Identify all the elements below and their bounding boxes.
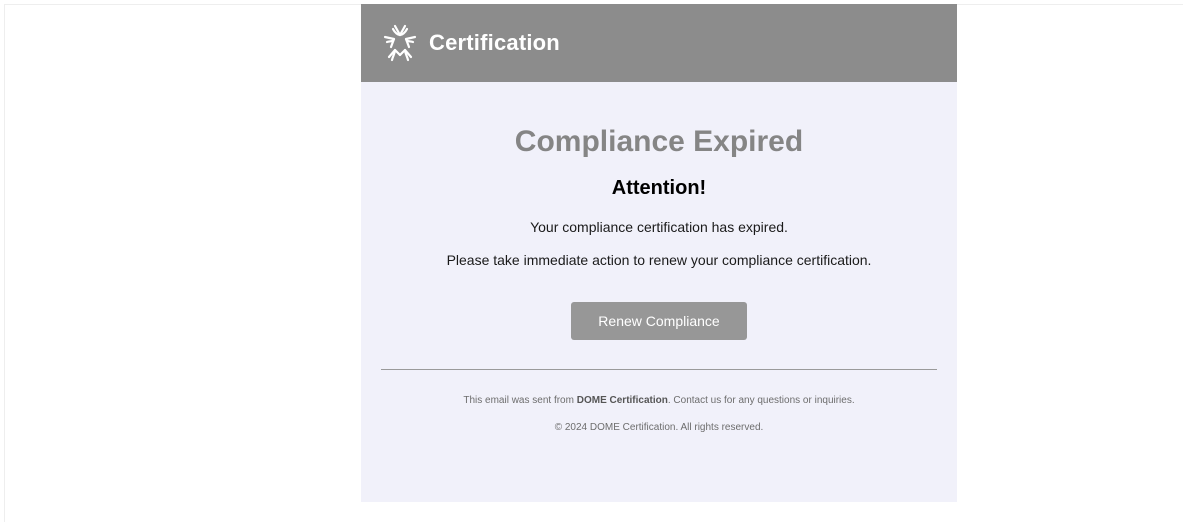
- attention-heading: Attention!: [611, 177, 707, 199]
- header-title: Certification: [429, 30, 560, 55]
- button-wrapper: Renew Compliance: [381, 269, 937, 340]
- footer-prefix: This email was sent from: [463, 395, 577, 406]
- message-action: Please take immediate action to renew yo…: [446, 252, 872, 268]
- renew-compliance-button[interactable]: Renew Compliance: [571, 302, 747, 340]
- dome-star-logo-icon: [381, 23, 419, 63]
- email-header: Certification: [361, 4, 957, 82]
- footer-brand: DOME Certification: [576, 395, 668, 406]
- email-container: Certification Compliance Expired Attenti…: [361, 4, 957, 502]
- footer-copyright: © 2024 DOME Certification. All rights re…: [554, 422, 764, 433]
- email-body: Compliance Expired Attention! Your compl…: [361, 82, 957, 434]
- message-expired: Your compliance certification has expire…: [530, 219, 788, 235]
- headline: Compliance Expired: [514, 125, 804, 158]
- footer-line-sent-from: This email was sent from DOME Certificat…: [381, 370, 937, 407]
- footer-suffix: . Contact us for any questions or inquir…: [667, 395, 855, 406]
